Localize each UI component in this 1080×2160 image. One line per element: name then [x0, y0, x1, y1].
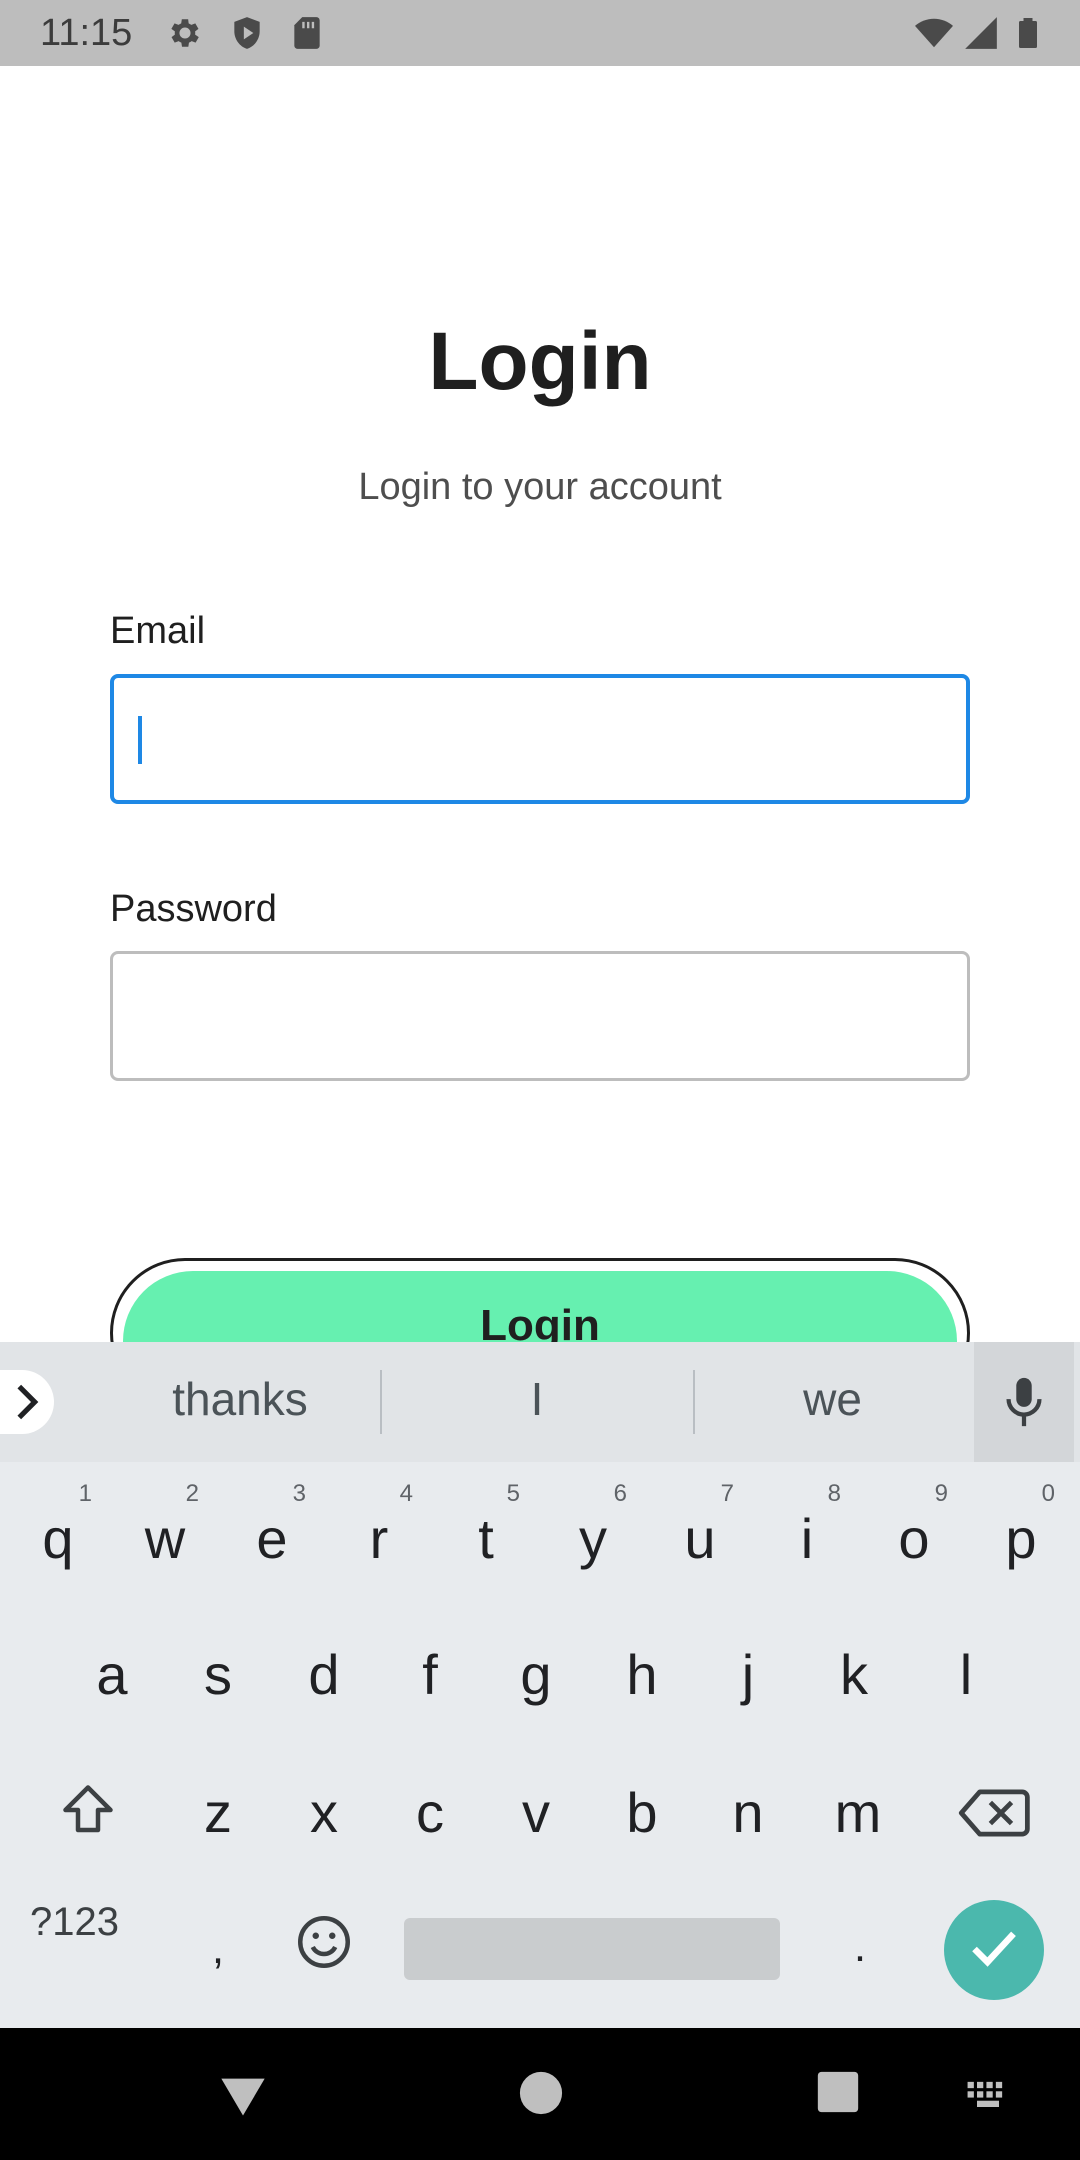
battery-icon [1010, 14, 1046, 52]
voice-input-button[interactable] [974, 1342, 1074, 1462]
text-caret [138, 716, 142, 764]
comma-key[interactable]: , [168, 1880, 268, 2000]
key-g[interactable]: g [486, 1612, 586, 1732]
key-t[interactable]: t5 [436, 1476, 536, 1596]
page-title: Login [428, 316, 652, 407]
password-label: Password [110, 888, 277, 930]
status-bar: 11:15 [0, 0, 1080, 66]
key-u[interactable]: u7 [650, 1476, 750, 1596]
status-time: 11:15 [40, 12, 133, 54]
shift-icon [63, 1785, 113, 1833]
suggestion-3[interactable]: we [695, 1372, 970, 1426]
keyboard-switch-icon[interactable] [966, 2080, 1010, 2112]
symbols-key[interactable]: ?123 [30, 1900, 119, 1945]
email-field[interactable] [110, 674, 970, 804]
checkmark-icon [972, 1931, 1016, 1967]
home-icon[interactable] [518, 2070, 564, 2116]
navigation-bar [0, 2028, 1080, 2160]
key-a[interactable]: a [62, 1612, 162, 1732]
signal-icon [962, 14, 1000, 52]
key-q[interactable]: q1 [8, 1476, 108, 1596]
recents-icon[interactable] [816, 2070, 860, 2114]
back-icon[interactable] [216, 2070, 270, 2122]
key-c[interactable]: c [380, 1750, 480, 1870]
gear-icon [166, 14, 204, 52]
key-k[interactable]: k [804, 1612, 904, 1732]
key-r[interactable]: r4 [329, 1476, 429, 1596]
key-j[interactable]: j [698, 1612, 798, 1732]
backspace-key[interactable] [944, 1750, 1044, 1870]
key-i[interactable]: i8 [757, 1476, 857, 1596]
sd-card-icon [288, 14, 326, 52]
emoji-key[interactable] [274, 1890, 374, 2010]
key-x[interactable]: x [274, 1750, 374, 1870]
mic-icon [1006, 1377, 1042, 1427]
key-w[interactable]: w2 [115, 1476, 215, 1596]
key-v[interactable]: v [486, 1750, 586, 1870]
expand-toolbar-button[interactable] [0, 1370, 54, 1434]
key-f[interactable]: f [380, 1612, 480, 1732]
key-z[interactable]: z [168, 1750, 268, 1870]
key-d[interactable]: d [274, 1612, 374, 1732]
enter-button[interactable] [944, 1900, 1044, 2000]
shield-play-icon [228, 14, 266, 52]
space-key[interactable] [404, 1918, 780, 1980]
page-subtitle: Login to your account [358, 466, 722, 508]
key-m[interactable]: m [808, 1750, 908, 1870]
period-key[interactable]: . [810, 1880, 910, 2000]
shift-key[interactable] [36, 1750, 136, 1870]
suggestion-1[interactable]: thanks [100, 1372, 380, 1426]
key-l[interactable]: l [916, 1612, 1016, 1732]
key-e[interactable]: e3 [222, 1476, 322, 1596]
key-n[interactable]: n [698, 1750, 798, 1870]
backspace-icon [958, 1789, 1030, 1837]
wifi-icon [912, 14, 956, 52]
emoji-icon [298, 1916, 350, 1968]
key-o[interactable]: o9 [864, 1476, 964, 1596]
email-label: Email [110, 610, 206, 652]
chevron-right-icon [17, 1384, 39, 1420]
key-b[interactable]: b [592, 1750, 692, 1870]
key-h[interactable]: h [592, 1612, 692, 1732]
key-s[interactable]: s [168, 1612, 268, 1732]
key-y[interactable]: y6 [543, 1476, 643, 1596]
suggestion-strip: thanks I we [0, 1342, 1080, 1462]
suggestion-2[interactable]: I [382, 1372, 692, 1426]
password-field[interactable] [110, 951, 970, 1081]
key-p[interactable]: p0 [971, 1476, 1071, 1596]
